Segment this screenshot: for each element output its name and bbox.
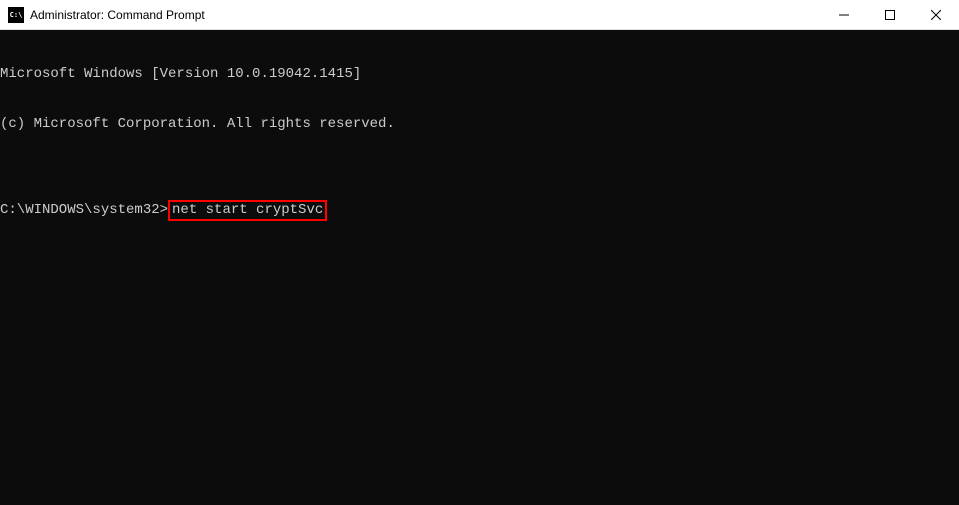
- maximize-button[interactable]: [867, 0, 913, 29]
- titlebar[interactable]: C:\ Administrator: Command Prompt: [0, 0, 959, 30]
- command-prompt-window: C:\ Administrator: Command Prompt Micros…: [0, 0, 959, 505]
- entered-command: net start cryptSvc: [168, 200, 327, 221]
- window-controls: [821, 0, 959, 29]
- copyright-line: (c) Microsoft Corporation. All rights re…: [0, 116, 959, 133]
- version-line: Microsoft Windows [Version 10.0.19042.14…: [0, 66, 959, 83]
- prompt-line: C:\WINDOWS\system32>net start cryptSvc: [0, 200, 959, 221]
- terminal-area[interactable]: Microsoft Windows [Version 10.0.19042.14…: [0, 30, 959, 505]
- titlebar-left: C:\ Administrator: Command Prompt: [0, 7, 205, 23]
- minimize-button[interactable]: [821, 0, 867, 29]
- close-button[interactable]: [913, 0, 959, 29]
- cmd-icon: C:\: [8, 7, 24, 23]
- prompt-path: C:\WINDOWS\system32>: [0, 202, 168, 219]
- window-title: Administrator: Command Prompt: [30, 8, 205, 22]
